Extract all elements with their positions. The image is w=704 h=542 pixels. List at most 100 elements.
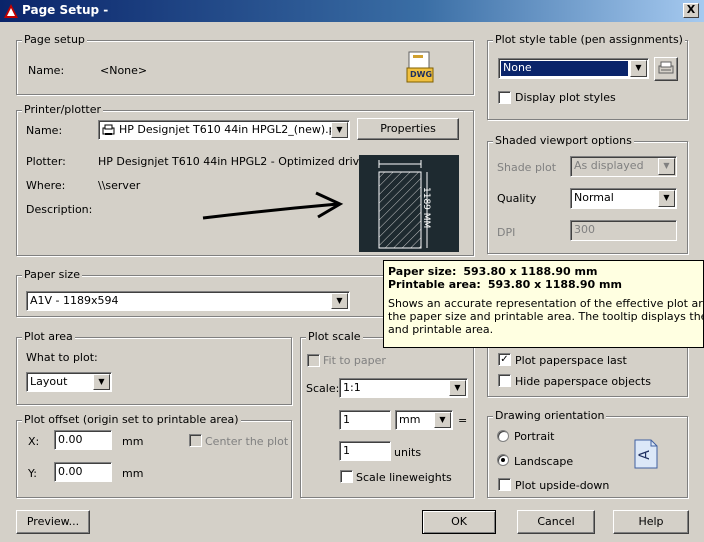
chevron-down-icon[interactable]: ▼ (331, 293, 348, 309)
orientation-letter: A (636, 450, 653, 460)
paper-size-group-label: Paper size (22, 268, 82, 281)
offset-y-input[interactable]: 0.00 (54, 462, 112, 482)
page-setup-group-label: Page setup (22, 33, 87, 46)
paper-preview-tooltip: Paper size: 593.80 x 1188.90 mm Printabl… (383, 260, 704, 348)
chevron-down-icon[interactable]: ▼ (658, 190, 675, 207)
plot-offset-group-label: Plot offset (origin set to printable are… (22, 413, 241, 426)
ok-button[interactable]: OK (422, 510, 496, 534)
dpi-input[interactable]: 300 (570, 220, 677, 241)
tooltip-printable-value: 593.80 x 1188.90 mm (487, 278, 622, 291)
hide-paperspace-objects-checkbox[interactable] (498, 374, 511, 387)
offset-x-input[interactable]: 0.00 (54, 430, 112, 450)
portrait-radio[interactable] (497, 430, 509, 442)
chevron-down-icon[interactable]: ▼ (331, 122, 348, 138)
plot-upside-down-label: Plot upside-down (515, 479, 610, 492)
plot-upside-down-checkbox[interactable] (498, 478, 511, 491)
paper-preview: 1189 MM (359, 155, 459, 252)
cancel-button[interactable]: Cancel (517, 510, 595, 534)
chevron-down-icon[interactable]: ▼ (630, 60, 647, 77)
edit-plot-style-button[interactable] (654, 57, 678, 81)
shade-plot-label: Shade plot (497, 161, 557, 174)
display-plot-styles-checkbox[interactable] (498, 91, 511, 104)
dwg-badge-text: DWG (410, 70, 433, 79)
autocad-icon (4, 4, 18, 18)
scale-lineweights-label: Scale lineweights (356, 471, 452, 484)
landscape-label: Landscape (514, 455, 574, 468)
chevron-down-icon[interactable]: ▼ (93, 374, 110, 390)
tooltip-line-1: Shows an accurate representation of the … (388, 297, 703, 310)
window-title: Page Setup - (22, 3, 109, 17)
plot-style-value: None (501, 61, 628, 76)
quality-select[interactable]: Normal ▼ (570, 188, 677, 209)
scale-value2-input[interactable]: 1 (339, 441, 391, 461)
center-plot-checkbox[interactable] (189, 434, 202, 447)
fit-to-paper-label: Fit to paper (323, 354, 386, 367)
chevron-down-icon[interactable]: ▼ (449, 380, 466, 396)
where-label: Where: (26, 179, 66, 192)
chevron-down-icon[interactable]: ▼ (434, 412, 451, 428)
offset-y-label: Y: (28, 467, 37, 480)
what-to-plot-label: What to plot: (26, 351, 98, 364)
offset-x-label: X: (28, 435, 40, 448)
plot-style-table-group-label: Plot style table (pen assignments) (493, 33, 685, 46)
scale-unit-value: mm (399, 413, 421, 426)
properties-button[interactable]: Properties (357, 118, 459, 140)
scale-equals-sign: = (458, 414, 468, 427)
scale-unit-select[interactable]: mm ▼ (395, 410, 453, 430)
quality-value: Normal (574, 191, 614, 204)
scale-units-label: units (394, 446, 422, 459)
plot-paperspace-last-label: Plot paperspace last (515, 354, 627, 367)
scale-lineweights-checkbox[interactable] (340, 470, 353, 483)
printer-plotter-group-label: Printer/plotter (22, 103, 103, 116)
shade-plot-select[interactable]: As displayed ▼ (570, 156, 677, 177)
plot-scale-group-label: Plot scale (306, 330, 363, 343)
page-setup-name-value: <None> (100, 64, 148, 77)
printer-name-select[interactable]: HP Designjet T610 44in HPGL2_(new).pc3 ▼ (98, 120, 350, 140)
tooltip-paper-size-value: 593.80 x 1188.90 mm (463, 265, 598, 278)
what-to-plot-value: Layout (30, 375, 68, 388)
plot-area-group: Plot area (16, 330, 292, 405)
shaded-viewport-group-label: Shaded viewport options (493, 134, 634, 147)
description-label: Description: (26, 203, 93, 216)
drawing-orientation-group-label: Drawing orientation (493, 409, 607, 422)
paper-size-value: A1V - 1189x594 (30, 294, 119, 307)
checkmark-icon: ✓ (500, 354, 509, 365)
chevron-down-icon[interactable]: ▼ (658, 158, 675, 175)
scale-label: Scale: (306, 382, 340, 395)
preview-dimension-label: 1189 MM (421, 187, 431, 229)
paper-size-select[interactable]: A1V - 1189x594 ▼ (26, 291, 350, 311)
preview-button[interactable]: Preview... (16, 510, 90, 534)
dwg-file-icon: DWG (405, 50, 435, 84)
quality-label: Quality (497, 192, 537, 205)
portrait-label: Portrait (514, 430, 555, 443)
tooltip-paper-size-label: Paper size: (388, 265, 457, 278)
hide-paperspace-objects-label: Hide paperspace objects (515, 375, 651, 388)
close-button[interactable]: X (683, 3, 699, 18)
fit-to-paper-checkbox[interactable] (307, 354, 320, 367)
orientation-preview-icon: A (634, 439, 658, 469)
printer-icon (102, 124, 115, 139)
tooltip-printable-label: Printable area: (388, 278, 481, 291)
scale-value: 1:1 (343, 381, 361, 394)
shade-plot-value: As displayed (574, 159, 644, 172)
scale-select[interactable]: 1:1 ▼ (339, 378, 468, 398)
offset-y-unit: mm (122, 467, 144, 480)
dpi-label: DPI (497, 226, 516, 239)
plot-style-select[interactable]: None ▼ (498, 58, 649, 79)
plotter-label: Plotter: (26, 155, 66, 168)
tooltip-line-2: the paper size and printable area. The t… (388, 310, 703, 323)
display-plot-styles-label: Display plot styles (515, 91, 616, 104)
center-plot-label: Center the plot (205, 435, 289, 448)
landscape-radio[interactable] (497, 454, 509, 466)
plot-paperspace-last-checkbox[interactable]: ✓ (498, 353, 511, 366)
scale-value1-input[interactable]: 1 (339, 410, 391, 430)
annotation-arrow-icon (202, 191, 344, 220)
page-setup-name-label: Name: (28, 64, 65, 77)
plotter-value: HP Designjet T610 44in HPGL2 - Optimized… (98, 155, 392, 168)
what-to-plot-select[interactable]: Layout ▼ (26, 372, 112, 392)
tooltip-line-3: and printable area. (388, 323, 494, 336)
printer-name-label: Name: (26, 124, 63, 137)
help-button[interactable]: Help (613, 510, 689, 534)
offset-x-unit: mm (122, 435, 144, 448)
printer-name-value: HP Designjet T610 44in HPGL2_(new).pc3 (119, 123, 349, 136)
